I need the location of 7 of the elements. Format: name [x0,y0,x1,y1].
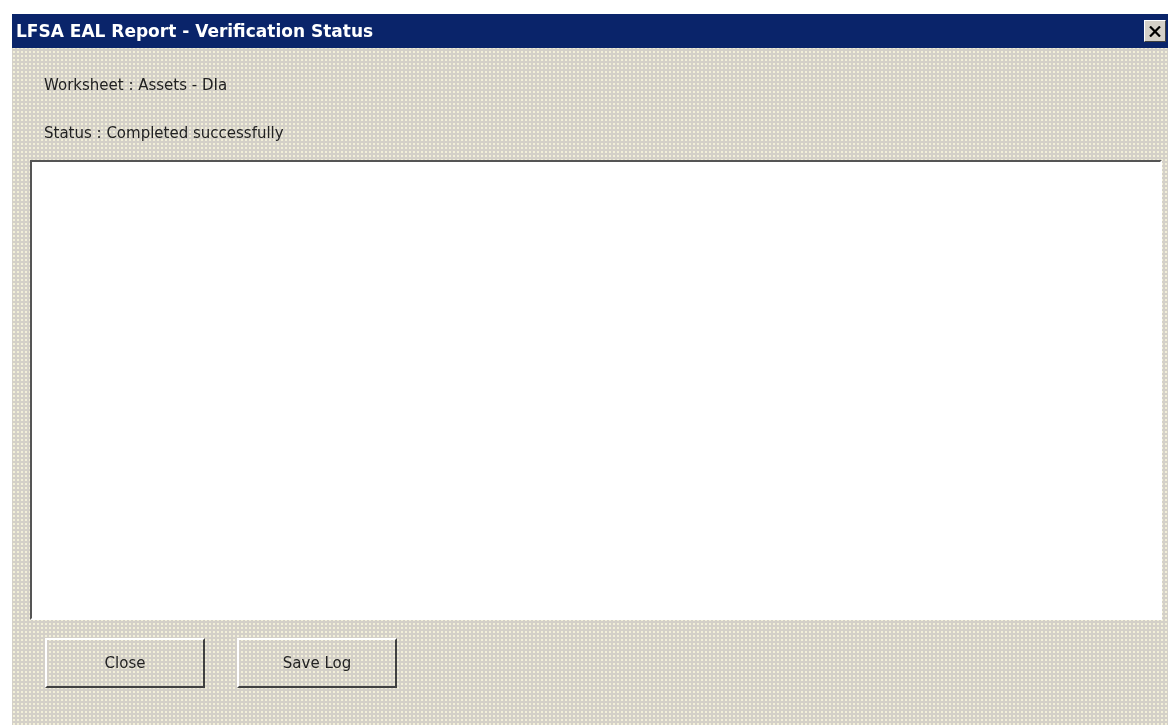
close-button[interactable] [1144,20,1166,42]
dialog-button[interactable]: Save Log [237,638,397,688]
status-text: Worksheet : Assets - DIa [44,76,229,94]
dialog-button[interactable]: Close [45,638,205,688]
window-title: LFSA EAL Report - Verification Status [16,21,374,41]
close-icon [1149,25,1161,37]
status-text: Status : Completed successfully [44,124,285,142]
